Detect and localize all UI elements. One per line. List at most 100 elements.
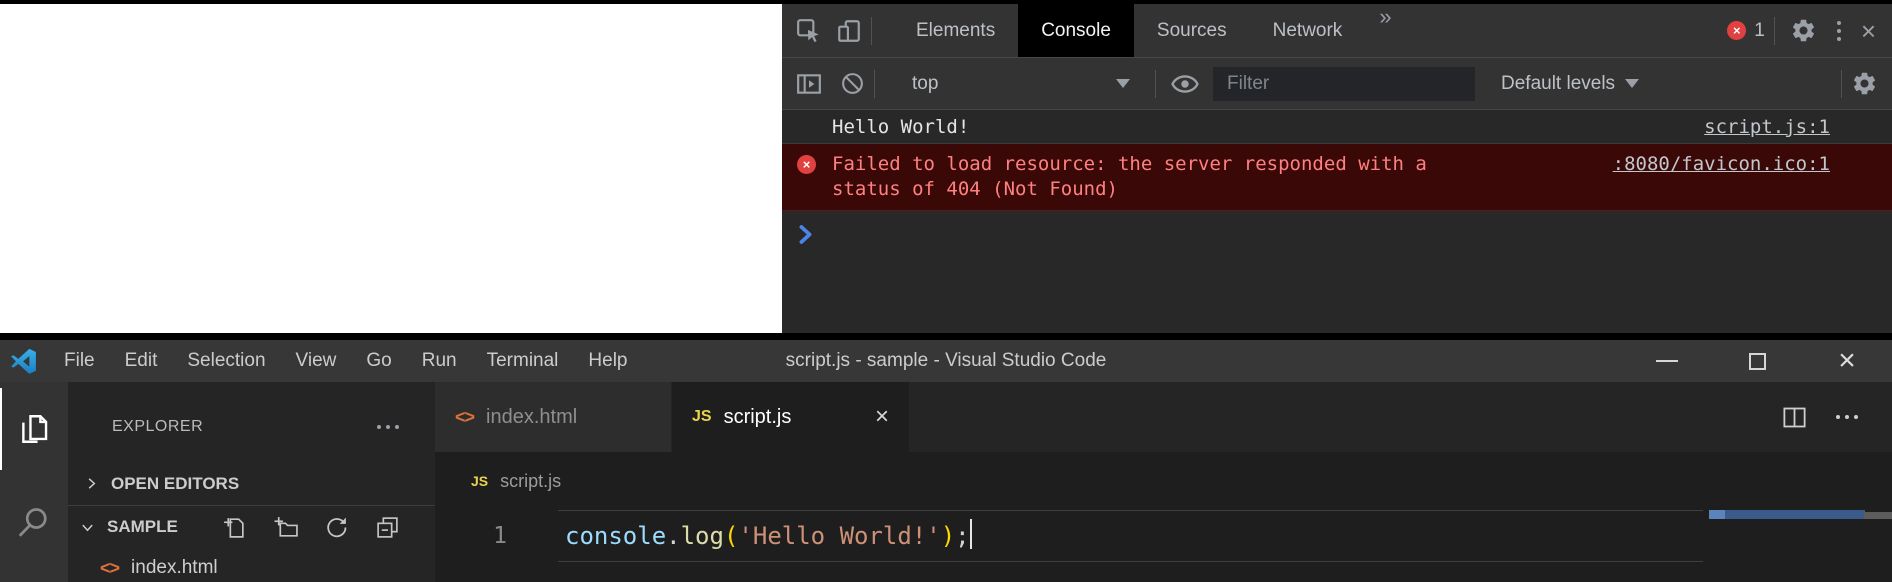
console-settings-gear-icon[interactable] (1851, 70, 1878, 97)
minimize-button[interactable] (1622, 340, 1712, 382)
divider (871, 17, 872, 45)
error-count: 1 (1754, 20, 1765, 42)
menu-selection[interactable]: Selection (172, 350, 280, 372)
console-toolbar: top Default levels (782, 58, 1892, 110)
console-log-source-link[interactable]: script.js:1 (1704, 116, 1830, 138)
tab-script-js[interactable]: JS script.js × (672, 382, 910, 452)
tab-console[interactable]: Console (1018, 4, 1134, 57)
error-badge-icon: × (1727, 21, 1746, 40)
activitybar-search[interactable] (0, 476, 68, 570)
tab-close-icon[interactable]: × (875, 405, 889, 429)
vscode-logo-icon (10, 348, 37, 375)
menu-edit[interactable]: Edit (110, 350, 173, 372)
tab-network[interactable]: Network (1250, 4, 1366, 57)
breadcrumb-file: script.js (500, 471, 561, 492)
devtools-tab-bar: Elements Console Sources Network » × 1 × (782, 4, 1892, 58)
context-selector[interactable]: top (896, 67, 1146, 101)
menu-terminal[interactable]: Terminal (472, 350, 574, 372)
live-expression-eye-icon[interactable] (1171, 70, 1199, 98)
prompt-chevron-icon (798, 225, 813, 244)
log-levels-dropdown[interactable]: Default levels (1501, 73, 1639, 95)
chevron-right-icon (84, 476, 99, 491)
vscode-titlebar: File Edit Selection View Go Run Terminal… (0, 340, 1892, 382)
folder-section[interactable]: SAMPLE (68, 506, 435, 548)
line-number: 1 (435, 510, 511, 562)
inspect-element-icon[interactable] (796, 18, 822, 44)
explorer-actions-icon[interactable] (377, 425, 399, 429)
activitybar-explorer[interactable] (0, 382, 68, 476)
clear-console-icon[interactable] (840, 71, 865, 96)
token-semicolon: ; (955, 522, 969, 550)
tab-label: index.html (486, 406, 577, 429)
tab-sources[interactable]: Sources (1134, 4, 1250, 57)
folder-name: SAMPLE (107, 517, 178, 537)
vscode-window: File Edit Selection View Go Run Terminal… (0, 333, 1892, 582)
file-item-index-html[interactable]: <> index.html (68, 548, 435, 582)
open-editors-label: OPEN EDITORS (111, 474, 239, 494)
window-controls: × (1622, 340, 1892, 382)
tab-index-html[interactable]: <> index.html (435, 382, 672, 452)
console-log-text: Hello World! (832, 116, 969, 138)
menu-run[interactable]: Run (407, 350, 472, 372)
explorer-sidebar: EXPLORER OPEN EDITORS SAMPLE (68, 382, 435, 582)
chevron-down-icon (1625, 79, 1639, 88)
console-prompt[interactable] (782, 211, 1892, 250)
console-sidebar-icon[interactable] (796, 71, 822, 97)
close-icon: × (1838, 346, 1856, 376)
token-log: log (681, 522, 724, 550)
html-file-icon: <> (455, 407, 474, 428)
tab-label: script.js (724, 406, 792, 429)
new-file-icon[interactable] (222, 515, 247, 540)
maximize-icon (1749, 353, 1766, 370)
log-levels-value: Default levels (1501, 73, 1615, 95)
devtools-close-icon[interactable]: × (1855, 18, 1892, 44)
breadcrumb[interactable]: JS script.js (435, 452, 1892, 510)
explorer-title: EXPLORER (112, 418, 203, 436)
split-editor-icon[interactable] (1781, 404, 1808, 431)
menu-view[interactable]: View (281, 350, 352, 372)
editor-tab-bar: <> index.html JS script.js × (435, 382, 1892, 452)
collapse-folders-icon[interactable] (375, 515, 400, 540)
js-file-icon: JS (692, 408, 712, 426)
token-paren-close: ) (941, 522, 955, 550)
token-paren-open: ( (724, 522, 738, 550)
js-file-icon: JS (471, 473, 488, 489)
console-filter-input[interactable] (1213, 67, 1475, 101)
menu-go[interactable]: Go (351, 350, 406, 372)
more-actions-icon[interactable] (1836, 415, 1858, 419)
console-error-source-link[interactable]: :8080/favicon.ico:1 (1613, 152, 1830, 177)
devtools-tabs: Elements Console Sources Network » (893, 4, 1406, 57)
settings-gear-icon[interactable] (1784, 17, 1823, 44)
file-name: index.html (131, 557, 218, 579)
new-folder-icon[interactable] (273, 515, 298, 540)
chevron-down-icon (80, 520, 95, 535)
open-editors-section[interactable]: OPEN EDITORS (68, 462, 435, 506)
editor-scrollbar[interactable] (1864, 512, 1892, 519)
token-dot: . (666, 522, 680, 550)
error-counter[interactable]: × 1 (1727, 20, 1765, 42)
menu-help[interactable]: Help (573, 350, 642, 372)
maximize-button[interactable] (1712, 340, 1802, 382)
minimize-icon (1656, 360, 1678, 362)
kebab-menu-icon[interactable] (1823, 21, 1855, 41)
divider (874, 70, 875, 98)
tab-elements[interactable]: Elements (893, 4, 1018, 57)
browser-blank-page (0, 4, 782, 333)
menu-file[interactable]: File (49, 350, 110, 372)
minimap[interactable] (1709, 510, 1865, 519)
more-tabs-icon[interactable]: » (1365, 4, 1405, 57)
token-string: 'Hello World!' (738, 522, 940, 550)
divider (1841, 70, 1842, 98)
close-button[interactable]: × (1802, 340, 1892, 382)
chevron-down-icon (1116, 79, 1130, 88)
code-line-1[interactable]: 1 console.log('Hello World!'); (435, 510, 1892, 562)
divider (1155, 70, 1156, 98)
device-toolbar-icon[interactable] (836, 18, 862, 44)
code-text[interactable]: console.log('Hello World!'); (565, 510, 972, 562)
devtools-panel: Elements Console Sources Network » × 1 × (782, 4, 1892, 333)
editor-actions (1781, 382, 1858, 452)
console-messages: Hello World! script.js:1 × Failed to loa… (782, 110, 1892, 250)
text-cursor (970, 519, 972, 549)
refresh-icon[interactable] (324, 515, 349, 540)
vscode-main: EXPLORER OPEN EDITORS SAMPLE (0, 382, 1892, 582)
